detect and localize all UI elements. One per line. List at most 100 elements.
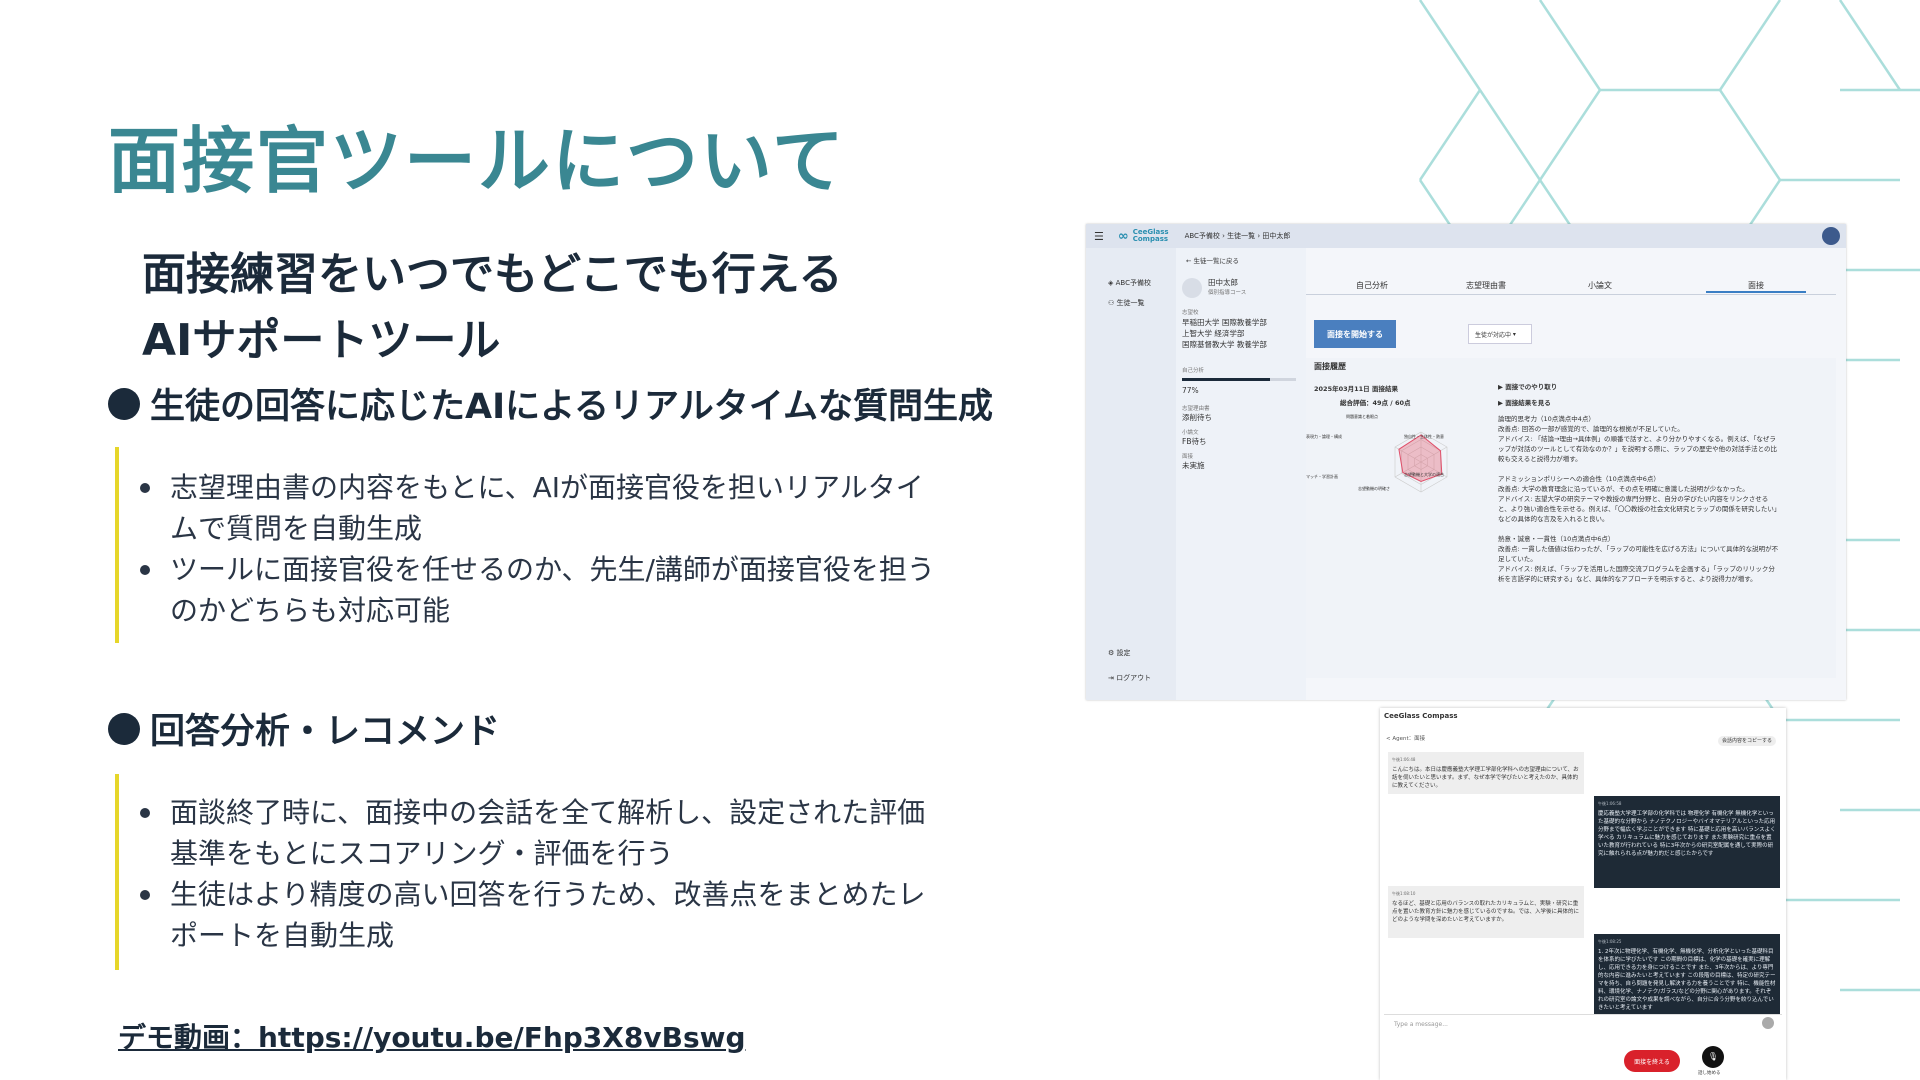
sidebar-item-school[interactable]: ◈ ABC予備校 (1108, 278, 1151, 288)
chat-message: 午後1:06:48 こんにちは。本日は慶應義塾大学理工学部化学科への志望理由につい… (1388, 752, 1584, 794)
feedback-line: と、より強い適合性を示せる。例えば、「〇〇教授の社会文化研究とラップの関係を研究… (1498, 505, 1781, 513)
microphone-icon[interactable]: 🎙 (1702, 1046, 1724, 1068)
send-icon[interactable] (1762, 1017, 1774, 1029)
radar-label-5: マッチ・学習計画 (1306, 474, 1338, 479)
message-timestamp: 午後1:08:25 (1598, 939, 1622, 944)
subtitle-line-1: 面接練習をいつでもどこでも行える (142, 249, 843, 300)
toggle-conversation[interactable]: ▶ 面接でのやり取り (1498, 382, 1557, 392)
feedback-line: 改善点: 大学の教育理念に沿っているが、その点を明確に意識した説明が少なかった。 (1498, 485, 1749, 493)
radar-label-3: 志望動機と大学の適合 (1404, 472, 1444, 477)
start-interview-button[interactable]: 面接を開始する (1314, 320, 1396, 348)
sidebar-item-label: 設定 (1116, 649, 1131, 657)
main-content: 自己分析 志望理由書 小論文 面接 面接を開始する 生徒が対応中 ▾ 面接履歴 … (1306, 248, 1846, 700)
feedback-line (1498, 524, 1828, 534)
user-avatar[interactable] (1822, 227, 1840, 245)
feedback-line (1498, 464, 1828, 474)
hamburger-menu-icon[interactable]: ☰ (1094, 230, 1104, 243)
breadcrumb: ABC予備校 › 生徒一覧 › 田中太郎 (1184, 232, 1291, 240)
feedback-line: 較も交えると説得力が増す。 (1498, 455, 1582, 463)
chat-message: 午後1:08:10 なるほど、基礎と応用のバランスの取れたカリキュラムと、実験・研… (1388, 886, 1584, 938)
motivation-status: 添削待ち (1182, 413, 1212, 422)
total-score: 総合評価：49点 / 60点 (1340, 399, 1411, 407)
message-timestamp: 午後1:06:48 (1392, 757, 1416, 762)
sidebar-item-label: ログアウト (1116, 674, 1152, 682)
student-profile-panel: ← 生徒一覧に戻る 田中太郎 個別指導コース 志望校 早稲田大学 国際教養学部 … (1176, 248, 1306, 700)
feedback-line: 改善点: 一貫した価値は伝わったが、「ラップの可能性を広げる方法」について具体的… (1498, 545, 1779, 553)
section-analysis-heading: 回答分析・レコメンド (108, 703, 500, 754)
slide-subtitle: 面接練習をいつでもどこでも行える AIサポートツール (142, 242, 842, 374)
bullet-item: 面談終了時に、面接中の会話を全て解析し、設定された評価基準をもとにスコアリング・… (138, 792, 948, 874)
app-screenshot-dashboard: ☰ ∞ CeeGlass Compass ABC予備校 › 生徒一覧 › 田中太… (1086, 224, 1846, 700)
target-school-3: 国際基督教大学 教養学部 (1182, 340, 1267, 349)
bullet-dot-icon (108, 387, 140, 420)
message-text: なるほど、基礎と応用のバランスの取れたカリキュラムと、実験・研究に重点を置いた教… (1392, 901, 1580, 923)
app-header: ☰ ∞ CeeGlass Compass ABC予備校 › 生徒一覧 › 田中太… (1086, 224, 1846, 248)
history-title: 面接履歴 (1314, 362, 1346, 371)
layers-icon: ◈ (1108, 279, 1116, 287)
student-course: 個別指導コース (1208, 290, 1247, 296)
mic-label: 話し始める (1698, 1071, 1721, 1076)
feedback-line: 論理的思考力（10点満点中4点） (1498, 415, 1595, 423)
feedback-line: 足していた。 (1498, 555, 1537, 563)
chat-message: 午後1:08:25 1. 2年次に物理化学、有機化学、無機化学、分析化学といった基… (1594, 934, 1780, 1014)
message-text: 慶応義塾大学理工学部の化学科では 物理化学 有機化学 無機化学といった基礎的な分… (1598, 811, 1776, 857)
feedback-line: 改善点: 回答の一部が感覚的で、論理的な根拠が不足していた。 (1498, 425, 1684, 433)
accent-bar (115, 447, 119, 643)
decorative-line (1718, 89, 1782, 181)
logout-icon: ⇥ (1108, 674, 1117, 682)
target-label: 志望校 (1182, 310, 1199, 316)
decorative-line (1418, 89, 1482, 181)
bullet-dot-icon (108, 712, 140, 745)
message-input[interactable]: Type a message... (1384, 1014, 1782, 1034)
sidebar-item-logout[interactable]: ⇥ ログアウト (1108, 673, 1151, 683)
users-icon: ⚇ (1108, 299, 1117, 307)
tab-motivation[interactable]: 志望理由書 (1466, 280, 1506, 291)
back-to-list-link[interactable]: ← 生徒一覧に戻る (1186, 256, 1239, 266)
sidebar-item-settings[interactable]: ⚙ 設定 (1108, 648, 1131, 658)
decorative-line (1478, 89, 1542, 181)
toggle-result[interactable]: ▶ 面接結果を見る (1498, 398, 1551, 408)
bullet-item: 生徒はより精度の高い回答を行うため、改善点をまとめたレポートを自動生成 (138, 874, 948, 956)
radar-label-1: 問題意識と着眼点 (1346, 414, 1378, 419)
target-school-1: 早稲田大学 国際教養学部 (1182, 318, 1267, 327)
self-analysis-value: 77% (1182, 386, 1199, 395)
status-select[interactable]: 生徒が対応中 ▾ (1468, 324, 1532, 344)
tab-self-analysis[interactable]: 自己分析 (1356, 280, 1388, 291)
feedback-line: アドバイス: 志望大学の研究テーマや教授の専門分野と、自分の学びたい内容をリンク… (1498, 495, 1769, 503)
subtitle-line-2: AIサポートツール (142, 315, 501, 366)
section-realtime-question-heading: 生徒の回答に応じたAIによるリアルタイムな質問生成 (108, 378, 993, 429)
section1-bullet-list: 志望理由書の内容をもとに、AIが面接官役を担いリアルタイムで質問を自動生成 ツー… (138, 467, 948, 631)
section2-bullet-list: 面談終了時に、面接中の会話を全て解析し、設定された評価基準をもとにスコアリング・… (138, 792, 948, 956)
copy-conversation-button[interactable]: 会話内容をコピーする (1718, 736, 1776, 746)
result-date: 2025年03月11日 面接結果 (1314, 385, 1398, 393)
feedback-line: アドバイス: 「結論→理由→具体例」の順番で話すと、より分かりやすくなる。例えば… (1498, 435, 1776, 443)
tab-interview[interactable]: 面接 (1706, 280, 1806, 293)
radar-label-2: 独自性・主体性・熱意 (1404, 434, 1444, 439)
section-heading-text: 回答分析・レコメンド (150, 712, 501, 752)
message-timestamp: 午後1:06:58 (1598, 801, 1622, 806)
end-interview-button[interactable]: 面接を終える (1624, 1050, 1680, 1072)
tab-bar: 自己分析 志望理由書 小論文 面接 (1306, 276, 1836, 295)
message-timestamp: 午後1:08:10 (1392, 891, 1416, 896)
infinity-logo-icon: ∞ (1117, 228, 1129, 244)
feedback-line: などの具体的な言及を入れると良い。 (1498, 515, 1609, 523)
section-heading-text: 生徒の回答に応じたAIによるリアルタイムな質問生成 (150, 387, 994, 427)
bullet-item: 志望理由書の内容をもとに、AIが面接官役を担いリアルタイムで質問を自動生成 (138, 467, 948, 549)
status-select-value: 生徒が対応中 (1475, 331, 1512, 339)
demo-video-link[interactable]: デモ動画：https://youtu.be/Fhp3X8vBswg (118, 1016, 746, 1056)
student-avatar (1182, 278, 1202, 298)
chat-message: 午後1:06:58 慶応義塾大学理工学部の化学科では 物理化学 有機化学 無機化学… (1594, 796, 1780, 888)
sidebar-item-students[interactable]: ⚇ 生徒一覧 (1108, 298, 1145, 308)
feedback-line: 熱意・誠意・一貫性（10点満点中6点） (1498, 535, 1615, 543)
decorative-line (1718, 0, 1782, 91)
interview-history-panel: 面接履歴 2025年03月11日 面接結果 総合評価：49点 / 60点 問題意… (1306, 358, 1836, 678)
feedback-text: 論理的思考力（10点満点中4点） 改善点: 回答の一部が感覚的で、論理的な根拠が不… (1498, 414, 1828, 584)
chat-agent-label: < Agent：面接 (1386, 736, 1426, 742)
decorative-line (1538, 0, 1602, 91)
target-school-2: 上智大学 経済学部 (1182, 329, 1245, 338)
self-analysis-progress-fill (1182, 378, 1270, 381)
sidebar: ◈ ABC予備校 ⚇ 生徒一覧 ⚙ 設定 ⇥ ログアウト (1086, 248, 1176, 700)
essay-status: FB待ち (1182, 437, 1207, 446)
accent-bar (115, 774, 119, 970)
tab-essay[interactable]: 小論文 (1588, 280, 1612, 291)
